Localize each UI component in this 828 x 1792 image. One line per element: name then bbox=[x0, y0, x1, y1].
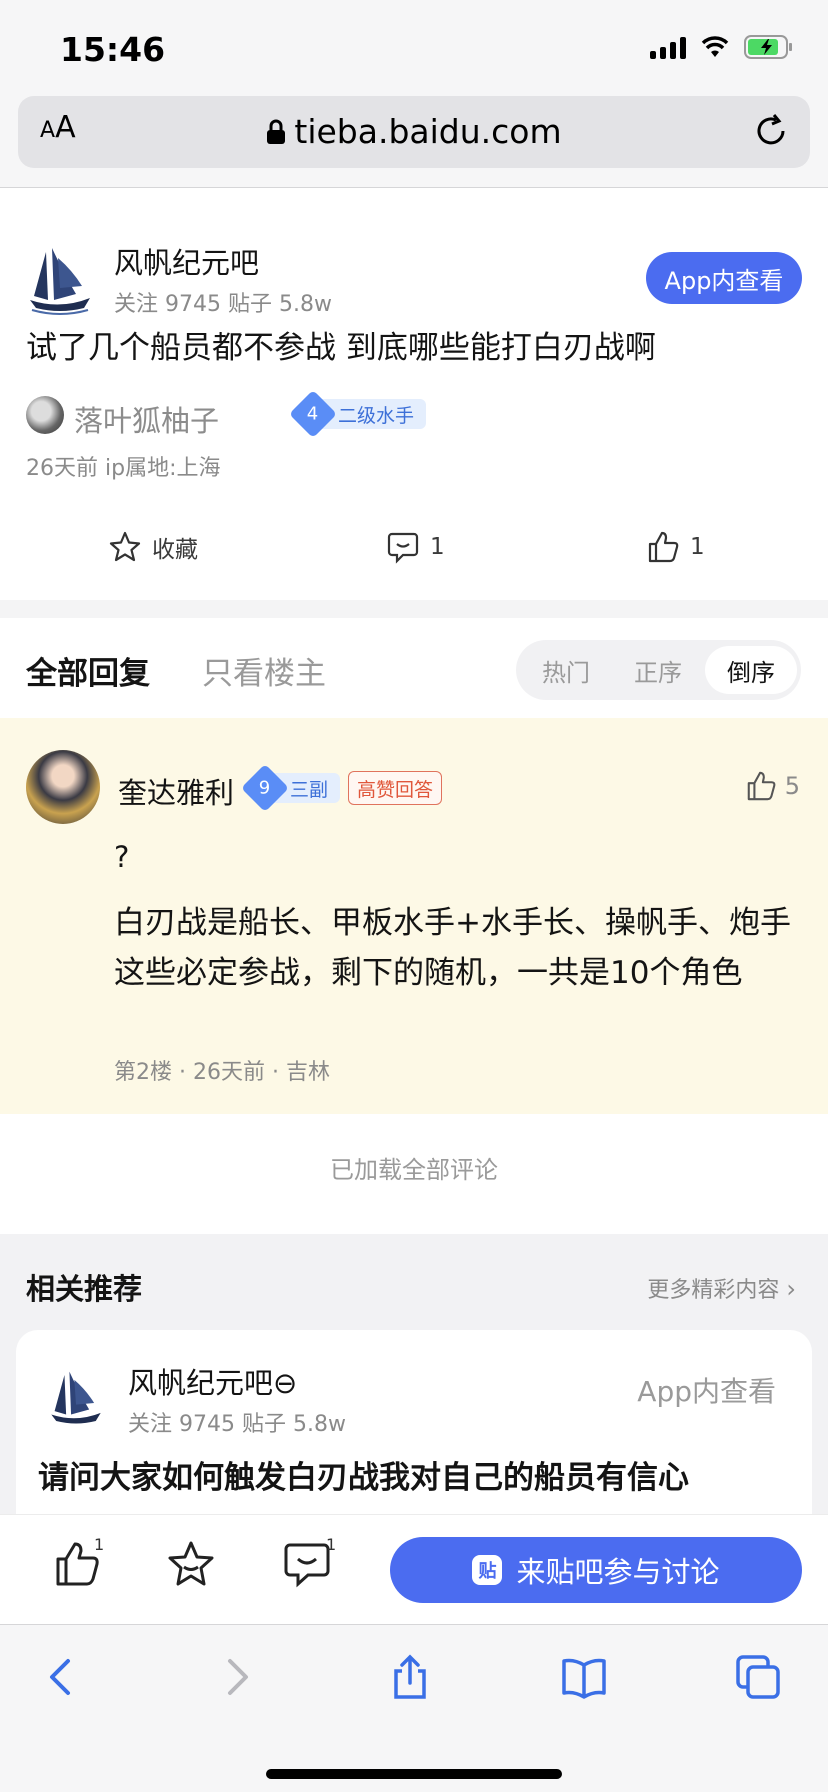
battery-icon bbox=[744, 35, 792, 59]
bookmarks-icon[interactable] bbox=[560, 1653, 608, 1701]
status-icons bbox=[650, 34, 794, 60]
related-open-in-app[interactable]: App内查看 bbox=[637, 1370, 776, 1410]
browser-url-area: AA tieba.baidu.com bbox=[0, 96, 828, 188]
open-in-app-button[interactable]: App内查看 bbox=[646, 252, 802, 304]
star-icon bbox=[109, 531, 141, 562]
reload-icon[interactable] bbox=[752, 112, 790, 150]
favorite-button[interactable]: 收藏 bbox=[108, 530, 198, 564]
reply-author-name[interactable]: 奎达雅利 bbox=[118, 770, 234, 812]
all-comments-loaded-notice: 已加载全部评论 bbox=[330, 1156, 498, 1184]
lock-icon bbox=[267, 119, 286, 144]
address-bar[interactable]: AA tieba.baidu.com bbox=[18, 96, 810, 168]
sort-segmented-control: 热门 正序 倒序 bbox=[516, 640, 801, 700]
bottom-action-bar: 1 1 贴 来贴吧参与讨论 bbox=[0, 1514, 828, 1624]
like-button[interactable]: 1 bbox=[646, 530, 705, 564]
reply-item: 奎达雅利 9 三副 高赞回答 5 ? 白刃战是船长、甲板水手+水手长、操帆手、炮… bbox=[0, 718, 828, 1114]
post-author-row: 落叶狐柚子 4 二级水手 bbox=[26, 389, 526, 440]
home-indicator bbox=[266, 1769, 562, 1779]
forum-name[interactable]: 风帆纪元吧 bbox=[114, 240, 259, 282]
related-forum-stats: 关注 9745 贴子 5.8w bbox=[128, 1412, 346, 1437]
status-bar: 15:46 bbox=[0, 0, 828, 96]
author-avatar[interactable] bbox=[26, 396, 64, 434]
related-post-title[interactable]: 请问大家如何触发白刃战我对自己的船员有信心 bbox=[38, 1452, 689, 1497]
related-title: 相关推荐 bbox=[26, 1272, 143, 1306]
more-content-link[interactable]: 更多精彩内容 › bbox=[647, 1272, 796, 1304]
reply-tabs: 全部回复 只看楼主 热门 正序 倒序 bbox=[0, 618, 828, 718]
cellular-signal-icon bbox=[650, 35, 686, 59]
forum-logo-icon bbox=[51, 1371, 101, 1424]
sort-hot[interactable]: 热门 bbox=[520, 646, 612, 694]
sort-descending[interactable]: 倒序 bbox=[705, 646, 797, 694]
reply-like-button[interactable]: 5 bbox=[745, 770, 800, 802]
reply-text: 白刃战是船长、甲板水手+水手长、操帆手、炮手这些必定参战，剩下的随机，一共是10… bbox=[114, 905, 791, 991]
author-name[interactable]: 落叶狐柚子 bbox=[74, 398, 219, 440]
tab-all-replies[interactable]: 全部回复 bbox=[26, 648, 150, 693]
level-badge: 4 二级水手 bbox=[288, 389, 427, 439]
top-answer-badge: 高赞回答 bbox=[348, 771, 443, 805]
share-icon[interactable] bbox=[386, 1653, 434, 1701]
section-divider bbox=[0, 600, 828, 618]
thumbs-up-icon bbox=[648, 531, 679, 563]
chevron-right-icon: › bbox=[786, 1275, 796, 1303]
related-forum-name: 风帆纪元吧⊖ bbox=[128, 1366, 298, 1400]
url-display[interactable]: tieba.baidu.com bbox=[18, 112, 810, 151]
level-gem-icon: 4 bbox=[288, 389, 338, 439]
forum-stats: 关注 9745 贴子 5.8w bbox=[114, 292, 332, 317]
thumbs-up-icon bbox=[747, 771, 776, 801]
sort-ascending[interactable]: 正序 bbox=[612, 646, 704, 694]
forward-icon[interactable] bbox=[212, 1653, 260, 1701]
join-discussion-button[interactable]: 贴 来贴吧参与讨论 bbox=[390, 1537, 802, 1603]
post-meta: 26天前 ip属地:上海 bbox=[26, 456, 221, 481]
status-time: 15:46 bbox=[60, 30, 166, 69]
wifi-icon bbox=[701, 36, 729, 57]
comment-icon[interactable] bbox=[282, 1539, 332, 1589]
safari-toolbar bbox=[0, 1624, 828, 1792]
forum-header: 风帆纪元吧 关注 9745 贴子 5.8w App内查看 bbox=[0, 230, 828, 330]
comment-button[interactable]: 1 bbox=[386, 530, 445, 564]
reply-text-line: ? bbox=[114, 840, 130, 874]
tab-owner-only[interactable]: 只看楼主 bbox=[202, 648, 326, 693]
tieba-icon: 贴 bbox=[472, 1555, 503, 1585]
forum-logo-icon[interactable] bbox=[26, 244, 94, 316]
related-post-card[interactable]: 风帆纪元吧⊖ 关注 9745 贴子 5.8w App内查看 请问大家如何触发白刃… bbox=[16, 1330, 812, 1514]
reply-meta: 第2楼 · 26天前 · 吉林 bbox=[114, 1060, 330, 1085]
reply-avatar[interactable] bbox=[26, 750, 100, 824]
related-section: 相关推荐 更多精彩内容 › 风帆纪元吧⊖ 关注 9745 贴子 5.8w App… bbox=[0, 1234, 828, 1514]
level-gem-icon: 9 bbox=[240, 763, 290, 813]
comment-count: 1 bbox=[326, 1535, 337, 1554]
like-count: 1 bbox=[94, 1535, 105, 1554]
post-title: 试了几个船员都不参战 到底哪些能打白刃战啊 bbox=[26, 330, 656, 366]
back-icon[interactable] bbox=[38, 1653, 86, 1701]
comment-icon bbox=[387, 532, 419, 564]
star-icon[interactable] bbox=[166, 1539, 216, 1589]
tabs-icon[interactable] bbox=[734, 1653, 782, 1701]
post-action-row: 收藏 1 1 bbox=[0, 520, 828, 580]
reply-level-badge: 9 三副 bbox=[240, 763, 341, 813]
